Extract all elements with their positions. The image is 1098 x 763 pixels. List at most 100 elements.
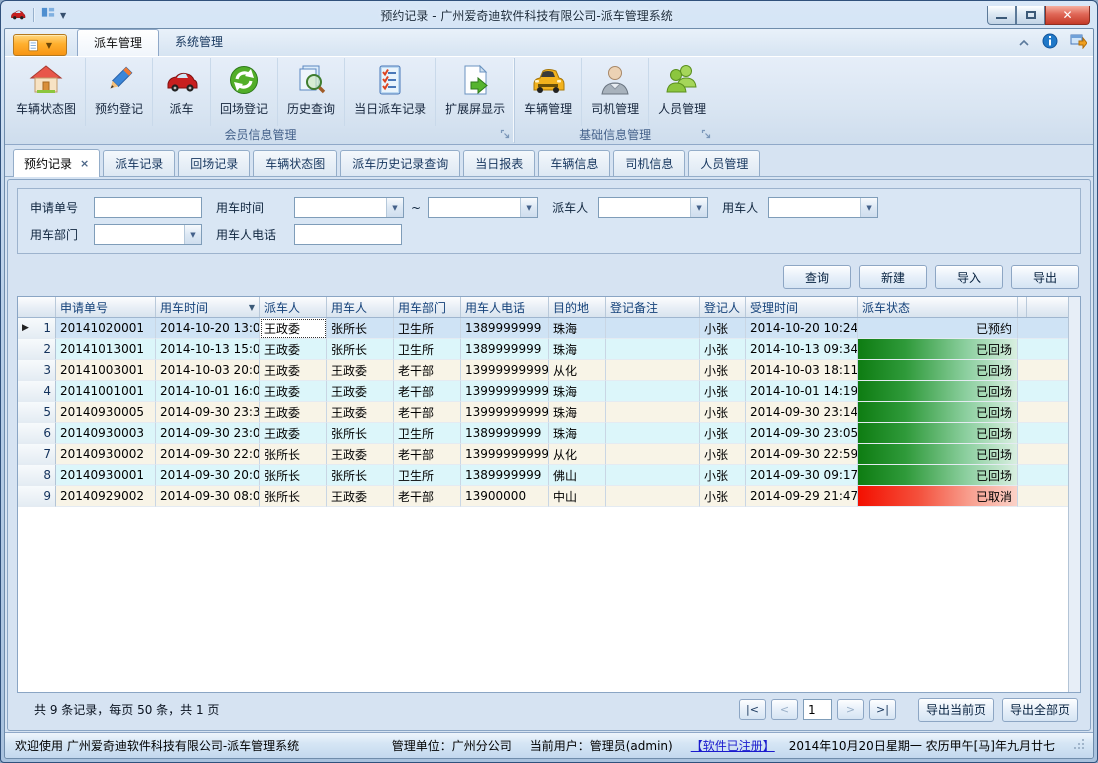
- table-cell[interactable]: [606, 465, 700, 486]
- table-cell[interactable]: 王政委: [327, 360, 394, 381]
- document-tab[interactable]: 人员管理: [688, 150, 760, 176]
- table-cell[interactable]: 王政委: [260, 360, 327, 381]
- table-cell[interactable]: 老干部: [394, 402, 461, 423]
- column-header[interactable]: 派车状态: [858, 297, 1018, 317]
- table-cell[interactable]: 卫生所: [394, 423, 461, 444]
- table-row[interactable]: 6201409300032014-09-30 23:00王政委张所长卫生所138…: [18, 423, 1068, 444]
- ribbon-button[interactable]: 当日派车记录: [344, 58, 435, 126]
- table-cell[interactable]: 2014-10-20 10:24: [746, 318, 858, 339]
- resize-grip-icon[interactable]: [1073, 738, 1085, 753]
- table-cell[interactable]: [606, 423, 700, 444]
- table-cell[interactable]: 2014-09-30 23:00: [156, 423, 260, 444]
- table-cell[interactable]: 20140929002: [56, 486, 156, 507]
- window-layout-icon[interactable]: [41, 7, 55, 24]
- table-cell[interactable]: 王政委: [260, 339, 327, 360]
- dialog-launcher-icon[interactable]: [701, 129, 712, 140]
- table-cell[interactable]: 张所长: [260, 444, 327, 465]
- document-tab[interactable]: 当日报表: [463, 150, 535, 176]
- document-tab[interactable]: 派车历史记录查询: [340, 150, 460, 176]
- ribbon-button[interactable]: 历史查询: [277, 58, 344, 126]
- table-cell[interactable]: [606, 486, 700, 507]
- dispatch-status-cell[interactable]: 已回场: [858, 339, 1018, 360]
- import-button[interactable]: 导入: [935, 265, 1003, 289]
- ribbon-button[interactable]: 预约登记: [85, 58, 152, 126]
- document-tab[interactable]: 预约记录×: [13, 149, 100, 177]
- table-cell[interactable]: 1389999999: [461, 318, 549, 339]
- table-cell[interactable]: 20140930002: [56, 444, 156, 465]
- table-cell[interactable]: 2014-10-20 13:00: [156, 318, 260, 339]
- page-prev-button[interactable]: <: [771, 699, 798, 720]
- table-cell[interactable]: 王政委: [260, 318, 327, 339]
- row-header-cell[interactable]: 9: [18, 486, 56, 507]
- table-cell[interactable]: [606, 318, 700, 339]
- table-row[interactable]: 7201409300022014-09-30 22:00张所长王政委老干部139…: [18, 444, 1068, 465]
- row-header-cell[interactable]: 7: [18, 444, 56, 465]
- chevron-down-icon[interactable]: ▼: [690, 198, 707, 217]
- page-next-button[interactable]: >: [837, 699, 864, 720]
- ribbon-button[interactable]: 回场登记: [210, 58, 277, 126]
- table-cell[interactable]: 张所长: [327, 465, 394, 486]
- export-current-page-button[interactable]: 导出当前页: [918, 698, 994, 722]
- table-cell[interactable]: 13999999999: [461, 402, 549, 423]
- table-cell[interactable]: 20141003001: [56, 360, 156, 381]
- table-cell[interactable]: [606, 360, 700, 381]
- ribbon-button[interactable]: 人员管理: [648, 58, 715, 126]
- row-header-cell[interactable]: 3: [18, 360, 56, 381]
- column-header[interactable]: 申请单号: [56, 297, 156, 317]
- column-header[interactable]: 目的地: [549, 297, 606, 317]
- table-cell[interactable]: 2014-10-03 20:00: [156, 360, 260, 381]
- table-cell[interactable]: 2014-10-01 16:00: [156, 381, 260, 402]
- use-time-from-select[interactable]: ▼: [294, 197, 404, 218]
- row-indicator-header[interactable]: [18, 297, 56, 317]
- column-header[interactable]: 派车人: [260, 297, 327, 317]
- ribbon-button[interactable]: 司机管理: [581, 58, 648, 126]
- table-cell[interactable]: 13999999999: [461, 381, 549, 402]
- close-button[interactable]: ✕: [1045, 6, 1090, 25]
- table-cell[interactable]: 珠海: [549, 402, 606, 423]
- ribbon-button[interactable]: 派车: [152, 58, 210, 126]
- chevron-down-icon[interactable]: ▼: [860, 198, 877, 217]
- table-cell[interactable]: 小张: [700, 465, 746, 486]
- table-cell[interactable]: 小张: [700, 318, 746, 339]
- table-row[interactable]: 2201410130012014-10-13 15:00王政委张所长卫生所138…: [18, 339, 1068, 360]
- table-cell[interactable]: 小张: [700, 444, 746, 465]
- license-link[interactable]: 【软件已注册】: [691, 737, 775, 754]
- table-cell[interactable]: 20140930003: [56, 423, 156, 444]
- table-cell[interactable]: [606, 339, 700, 360]
- dispatch-status-cell[interactable]: 已回场: [858, 360, 1018, 381]
- table-cell[interactable]: 20140930005: [56, 402, 156, 423]
- table-cell[interactable]: 张所长: [327, 339, 394, 360]
- document-tab[interactable]: 车辆状态图: [253, 150, 337, 176]
- table-cell[interactable]: 小张: [700, 360, 746, 381]
- table-cell[interactable]: 珠海: [549, 339, 606, 360]
- table-cell[interactable]: 王政委: [327, 402, 394, 423]
- table-cell[interactable]: 2014-10-03 18:11: [746, 360, 858, 381]
- table-cell[interactable]: 13900000: [461, 486, 549, 507]
- minimize-button[interactable]: [987, 6, 1016, 25]
- table-cell[interactable]: [606, 444, 700, 465]
- column-header[interactable]: 用车人: [327, 297, 394, 317]
- table-cell[interactable]: 2014-09-30 09:17: [746, 465, 858, 486]
- ribbon-tab[interactable]: 系统管理: [159, 29, 239, 56]
- table-cell[interactable]: 张所长: [327, 423, 394, 444]
- table-cell[interactable]: 卫生所: [394, 339, 461, 360]
- table-row[interactable]: 9201409290022014-09-30 08:00张所长王政委老干部139…: [18, 486, 1068, 507]
- row-header-cell[interactable]: ▶1: [18, 318, 56, 339]
- dispatch-status-cell[interactable]: 已回场: [858, 465, 1018, 486]
- page-first-button[interactable]: |<: [739, 699, 766, 720]
- info-icon[interactable]: [1042, 33, 1058, 52]
- table-cell[interactable]: [606, 381, 700, 402]
- table-cell[interactable]: 老干部: [394, 360, 461, 381]
- table-cell[interactable]: 珠海: [549, 381, 606, 402]
- document-tab[interactable]: 回场记录: [178, 150, 250, 176]
- table-cell[interactable]: 13999999999: [461, 444, 549, 465]
- ribbon-button[interactable]: 扩展屏显示: [435, 58, 514, 126]
- table-cell[interactable]: 王政委: [327, 381, 394, 402]
- table-cell[interactable]: 2014-09-30 23:14: [746, 402, 858, 423]
- table-cell[interactable]: 王政委: [260, 381, 327, 402]
- title-bar[interactable]: ▼ 预约记录 - 广州爱奇迪软件科技有限公司-派车管理系统 ✕: [4, 4, 1094, 28]
- table-cell[interactable]: 佛山: [549, 465, 606, 486]
- row-header-cell[interactable]: 4: [18, 381, 56, 402]
- table-cell[interactable]: 2014-10-13 09:34: [746, 339, 858, 360]
- table-cell[interactable]: 张所长: [260, 486, 327, 507]
